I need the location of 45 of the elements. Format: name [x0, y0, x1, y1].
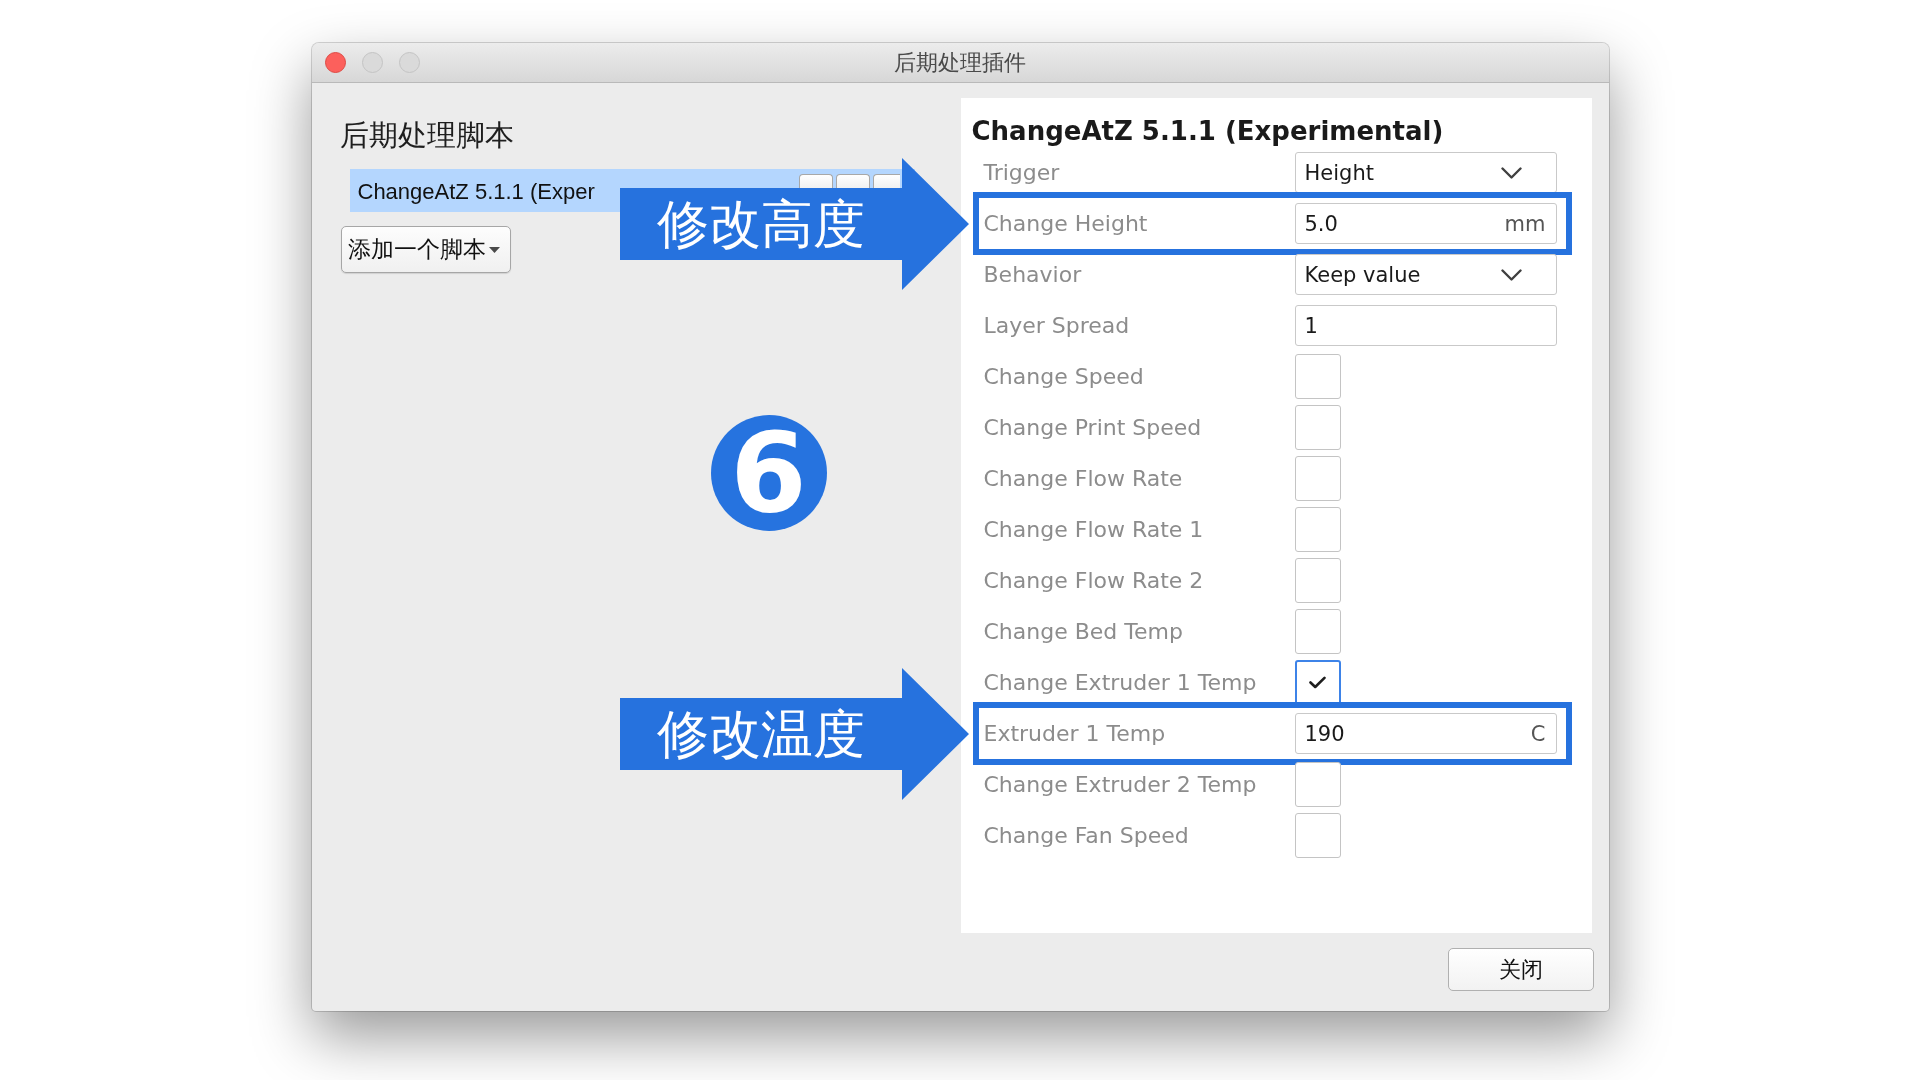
setting-label: Change Height — [983, 211, 1149, 236]
script-action-button[interactable] — [872, 174, 900, 188]
checkbox[interactable] — [1294, 609, 1341, 654]
unit-label: C — [1530, 721, 1546, 746]
section-heading: 后期处理脚本 — [339, 118, 515, 152]
setting-label: Layer Spread — [983, 313, 1131, 338]
checkbox[interactable] — [1294, 558, 1341, 603]
window-close-button[interactable] — [324, 52, 346, 73]
unit-label: mm — [1504, 211, 1546, 236]
script-action-button[interactable] — [798, 174, 833, 188]
check-icon — [1309, 676, 1326, 689]
script-title: ChangeAtZ 5.1.1 (Experimental) — [971, 115, 1445, 147]
setting-label: Change Flow Rate 2 — [983, 568, 1205, 593]
setting-label: Behavior — [983, 262, 1083, 287]
window-title: 后期处理插件 — [894, 48, 1026, 77]
number-field[interactable]: 1 — [1294, 305, 1557, 346]
checkbox[interactable] — [1294, 762, 1341, 807]
checkbox[interactable] — [1294, 507, 1341, 552]
number-field[interactable]: 190 C — [1294, 713, 1557, 754]
setting-label: Change Fan Speed — [983, 823, 1190, 848]
setting-label: Trigger — [983, 160, 1061, 185]
checkbox[interactable] — [1294, 813, 1341, 858]
checkbox[interactable] — [1294, 405, 1341, 450]
dropdown[interactable]: Height — [1294, 152, 1557, 193]
step-marker: 6 — [710, 415, 827, 531]
setting-label: Extruder 1 Temp — [983, 721, 1167, 746]
setting-label: Change Bed Temp — [983, 619, 1184, 644]
dropdown[interactable]: Keep value — [1294, 254, 1557, 295]
setting-label: Change Extruder 2 Temp — [983, 772, 1258, 797]
setting-label: Change Extruder 1 Temp — [983, 670, 1258, 695]
callout-text: 修改温度 — [656, 702, 865, 766]
chevron-down-icon — [1500, 268, 1522, 281]
setting-label: Change Flow Rate 1 — [983, 517, 1205, 542]
checkbox[interactable] — [1294, 660, 1341, 705]
chevron-down-icon — [1500, 166, 1522, 179]
number-field[interactable]: 5.0 mm — [1294, 203, 1557, 244]
script-action-button[interactable] — [835, 174, 870, 188]
dialog-button[interactable]: 关闭 — [1447, 948, 1594, 991]
add-script-button[interactable]: 添加一个脚本 — [340, 226, 511, 273]
caret-icon — [488, 246, 500, 253]
setting-label: Change Speed — [983, 364, 1145, 389]
checkbox[interactable] — [1294, 354, 1341, 399]
setting-label: Change Print Speed — [983, 415, 1203, 440]
checkbox[interactable] — [1294, 456, 1341, 501]
setting-label: Change Flow Rate — [983, 466, 1184, 491]
